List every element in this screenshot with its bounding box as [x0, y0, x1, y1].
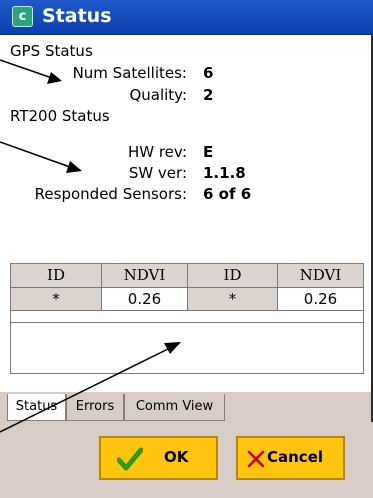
quality-value: 2 [203, 86, 214, 104]
table-cell-id[interactable]: * [11, 288, 102, 311]
x-icon [247, 450, 265, 468]
table-cell-ndvi[interactable]: 0.26 [278, 288, 363, 311]
num-satellites-value: 6 [203, 64, 214, 82]
rt200-status-heading: RT200 Status [10, 107, 110, 125]
table-divider [11, 322, 363, 323]
column-header-id[interactable]: ID [11, 264, 102, 288]
callout-arrow [0, 59, 62, 84]
callout-arrow [0, 141, 82, 173]
hw-rev-value: E [203, 143, 214, 161]
sw-ver-value: 1.1.8 [203, 164, 246, 182]
title-bar: Status [0, 0, 373, 35]
num-satellites-label: Num Satellites: [72, 64, 187, 82]
column-header-ndvi[interactable]: NDVI [278, 264, 363, 288]
sensor-table[interactable]: ID NDVI ID NDVI * 0.26 * 0.26 [10, 263, 364, 374]
column-header-ndvi[interactable]: NDVI [102, 264, 188, 288]
app-icon [12, 6, 33, 27]
table-cell-ndvi[interactable]: 0.26 [102, 288, 188, 311]
gps-status-heading: GPS Status [10, 42, 93, 60]
hw-rev-label: HW rev: [127, 143, 187, 161]
ok-button-label: OK [164, 448, 189, 466]
tab-comm-view[interactable]: Comm View [124, 394, 225, 421]
quality-label: Quality: [129, 86, 187, 104]
checkmark-icon [117, 447, 143, 471]
status-window: Status GPS Status Num Satellites: 6 Qual… [0, 0, 373, 498]
cancel-button[interactable]: Cancel [236, 436, 345, 480]
responded-sensors-label: Responded Sensors: [34, 185, 187, 203]
column-header-id[interactable]: ID [188, 264, 278, 288]
responded-sensors-value: 6 of 6 [203, 185, 252, 203]
tab-status[interactable]: Status [7, 394, 66, 421]
table-cell-id[interactable]: * [188, 288, 278, 311]
window-title: Status [42, 5, 112, 27]
ok-button[interactable]: OK [99, 436, 218, 480]
cancel-button-label: Cancel [267, 448, 324, 466]
tab-errors[interactable]: Errors [66, 394, 124, 421]
sw-ver-label: SW ver: [128, 164, 187, 182]
